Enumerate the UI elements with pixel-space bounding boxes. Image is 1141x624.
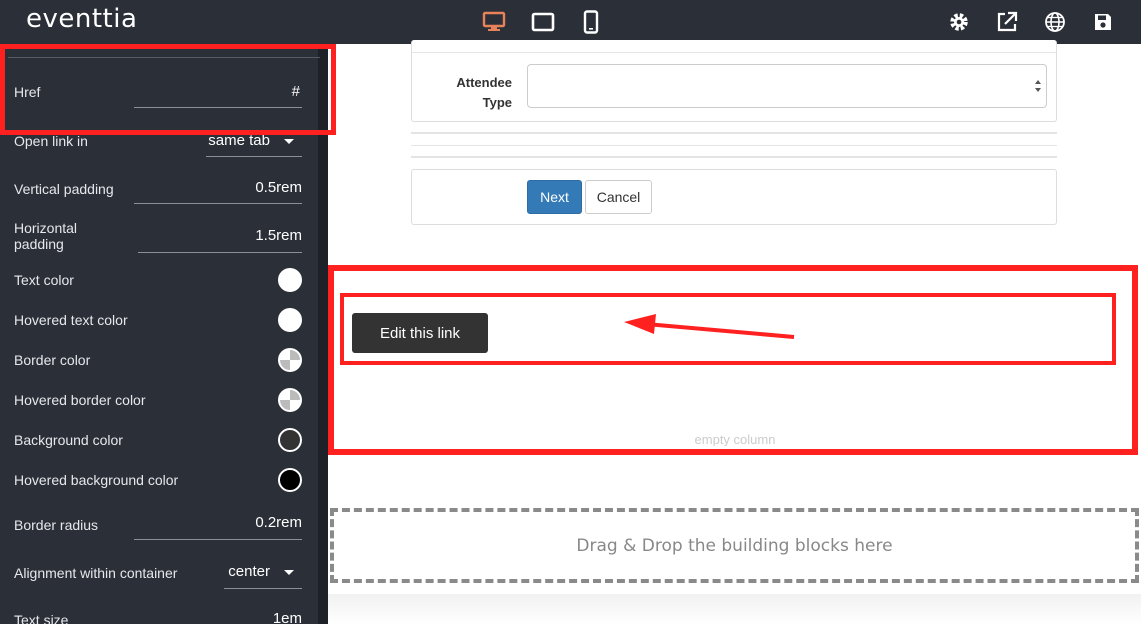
border-color-row: Border color [14, 348, 304, 374]
hovered-text-color-row: Hovered text color [14, 308, 304, 334]
hovered-text-color-label: Hovered text color [14, 312, 128, 328]
cancel-button[interactable]: Cancel [585, 180, 652, 214]
next-button[interactable]: Next [527, 180, 582, 214]
alignment-underline [224, 588, 302, 589]
text-color-row: Text color [14, 268, 304, 294]
background-color-row: Background color [14, 428, 304, 454]
mobile-icon[interactable] [578, 10, 604, 34]
open-link-underline [206, 156, 302, 157]
alignment-value[interactable]: center [228, 563, 294, 580]
vertical-padding-label: Vertical padding [14, 181, 114, 197]
panel-divider [412, 52, 1056, 53]
alignment-select[interactable]: Alignment within container center [14, 562, 304, 592]
dropzone[interactable]: Drag & Drop the building blocks here [330, 508, 1139, 583]
form-actions-panel: Next Cancel [411, 169, 1057, 225]
horizontal-padding-underline [138, 252, 302, 253]
href-field-top-border [8, 57, 320, 58]
next-section-edge [328, 594, 1141, 624]
hovered-border-color-swatch[interactable] [278, 388, 302, 412]
vertical-padding-field[interactable]: Vertical padding 0.5rem [14, 178, 304, 208]
horizontal-padding-value[interactable]: 1.5rem [255, 227, 302, 244]
text-size-value[interactable]: 1em [273, 610, 302, 624]
text-color-label: Text color [14, 272, 74, 288]
hovered-background-color-label: Hovered background color [14, 472, 179, 488]
open-link-label: Open link in [14, 133, 88, 149]
border-radius-field[interactable]: Border radius 0.2rem [14, 512, 304, 542]
hovered-border-color-row: Hovered border color [14, 388, 304, 414]
attendee-type-label: Attendee Type [456, 75, 512, 110]
divider-line [411, 132, 1057, 134]
vertical-padding-underline [134, 203, 302, 204]
hovered-border-color-label: Hovered border color [14, 392, 146, 408]
border-color-label: Border color [14, 352, 91, 368]
chevron-down-icon [284, 569, 294, 575]
attendee-type-select[interactable] [527, 64, 1047, 108]
hovered-background-color-row: Hovered background color [14, 468, 304, 494]
vertical-padding-value[interactable]: 0.5rem [255, 179, 302, 196]
text-size-label: Text size [14, 612, 69, 624]
border-radius-label: Border radius [14, 517, 99, 533]
horizontal-padding-field[interactable]: Horizontal padding 1.5rem [14, 220, 304, 256]
save-icon[interactable] [1090, 10, 1116, 34]
background-color-label: Background color [14, 432, 123, 448]
text-size-field[interactable]: Text size 1em [14, 610, 304, 624]
chevron-down-icon [284, 138, 294, 144]
border-radius-underline [134, 539, 302, 540]
desktop-icon[interactable] [481, 10, 507, 34]
background-color-swatch[interactable] [278, 428, 302, 452]
divider-line [411, 156, 1057, 158]
partial-logo [402, 618, 410, 624]
border-radius-value[interactable]: 0.2rem [255, 514, 302, 531]
eventtia-logo: eventtia [26, 4, 138, 34]
settings-icon[interactable] [946, 10, 972, 34]
empty-column-label: empty column [694, 432, 776, 446]
horizontal-padding-label: Horizontal padding [14, 220, 78, 252]
top-bar: eventtia [0, 0, 1141, 44]
select-arrows-icon [1035, 80, 1041, 92]
border-color-swatch[interactable] [278, 348, 302, 372]
alignment-label: Alignment within container [14, 565, 178, 581]
external-link-icon[interactable] [994, 10, 1020, 34]
divider-line [411, 145, 1057, 146]
edit-link-button[interactable]: Edit this link [352, 313, 488, 353]
tablet-icon[interactable] [530, 10, 556, 34]
hovered-text-color-swatch[interactable] [278, 308, 302, 332]
globe-icon[interactable] [1042, 10, 1068, 34]
hovered-background-color-swatch[interactable] [278, 468, 302, 492]
text-color-swatch[interactable] [278, 268, 302, 292]
annotation-arrow [624, 314, 795, 339]
attendee-type-panel: Attendee Type [411, 40, 1057, 122]
